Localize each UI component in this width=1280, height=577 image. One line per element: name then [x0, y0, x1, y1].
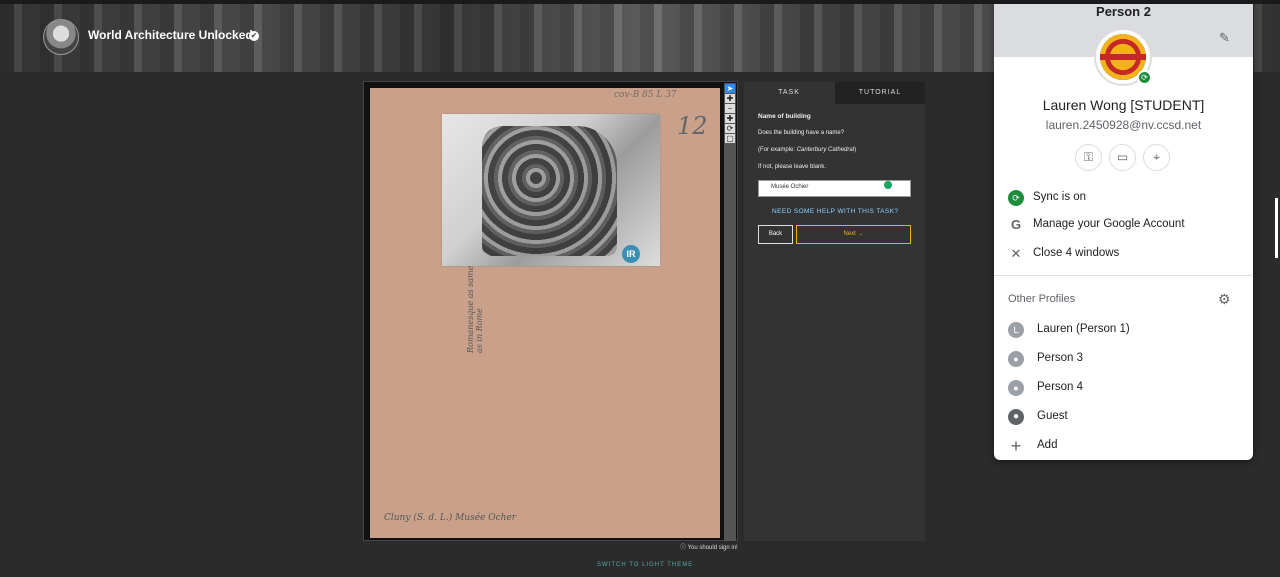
next-button[interactable]: Next →: [796, 225, 911, 244]
subject-viewer[interactable]: cov-B 85 L 37 12 IR Romanesque as same a…: [363, 81, 738, 541]
user-email: lauren.2450928@nv.ccsd.net: [1045, 118, 1202, 132]
avatar-letter-icon: L: [1008, 322, 1024, 338]
theme-switch-link[interactable]: SWITCH TO LIGHT THEME: [597, 562, 693, 568]
task-example: (For example: Canterbury Cathedral): [758, 147, 857, 153]
verified-icon: ✔: [249, 31, 259, 41]
password-key-icon[interactable]: ⚿: [1075, 144, 1102, 171]
help-link[interactable]: NEED SOME HELP WITH THIS TASK?: [772, 208, 898, 215]
add-profile-row[interactable]: + Add: [994, 432, 1253, 460]
profile-item-person-4[interactable]: ● Person 4: [994, 374, 1253, 402]
close-windows-row[interactable]: ✕ Close 4 windows: [994, 240, 1253, 268]
sync-badge-icon: ⟳: [1137, 70, 1152, 85]
profile-popup: Person 2 ✎ ⟳ Lauren Wong [STUDENT] laure…: [994, 0, 1253, 460]
zoom-out-icon[interactable]: −: [725, 104, 735, 113]
profile-item-lauren[interactable]: L Lauren (Person 1): [994, 316, 1253, 344]
payment-card-icon[interactable]: ▭: [1109, 144, 1136, 171]
tab-task[interactable]: TASK: [744, 82, 834, 104]
divider: [994, 275, 1253, 276]
project-title[interactable]: World Architecture Unlocked: [88, 28, 253, 42]
handwriting-bottom: Cluny (S. d. L.) Musée Ocher: [384, 513, 517, 523]
guest-icon: ●: [1008, 409, 1024, 425]
task-question: Does the building have a name?: [758, 130, 845, 136]
edit-icon[interactable]: ✎: [1219, 31, 1233, 45]
sync-row[interactable]: ⟳ Sync is on: [994, 184, 1253, 212]
capital-relief-image: [482, 126, 617, 256]
reset-view-icon[interactable]: ▢: [725, 134, 735, 143]
back-button[interactable]: Back: [758, 225, 793, 244]
task-panel: TASK TUTORIAL Name of building Does the …: [744, 82, 925, 541]
profile-item-person-3[interactable]: ● Person 3: [994, 345, 1253, 373]
close-icon: ✕: [1010, 246, 1022, 261]
task-title: Name of building: [758, 113, 811, 120]
tab-tutorial[interactable]: TUTORIAL: [835, 82, 925, 104]
project-avatar[interactable]: [43, 19, 79, 55]
pointer-tool-icon[interactable]: ➤: [725, 84, 735, 93]
architecture-photo: [442, 114, 660, 266]
grammarly-icon[interactable]: [884, 181, 892, 189]
manage-account-row[interactable]: G Manage your Google Account: [994, 211, 1253, 239]
rotate-icon[interactable]: ⟳: [725, 124, 735, 133]
task-instruction: If not, please leave blank.: [758, 164, 827, 170]
handwriting-top: cov-B 85 L 37: [614, 90, 677, 100]
other-profiles-title: Other Profiles: [1008, 293, 1076, 305]
person-icon: ●: [1008, 380, 1024, 396]
person-icon: ●: [1008, 351, 1024, 367]
plus-icon: +: [1010, 436, 1022, 456]
gear-icon[interactable]: ⚙: [1218, 291, 1231, 308]
sync-icon: ⟳: [1008, 190, 1024, 206]
photo-badge-icon[interactable]: IR: [622, 245, 640, 263]
handwriting-side: Romanesque as same as in Rome: [466, 265, 484, 353]
profile-item-guest[interactable]: ● Guest: [994, 403, 1253, 431]
location-pin-icon[interactable]: ⌖: [1143, 144, 1170, 171]
pan-tool-icon[interactable]: ✚: [725, 94, 735, 103]
logo-band: [1100, 54, 1146, 60]
top-bar: [0, 0, 1280, 4]
archive-card: cov-B 85 L 37 12 IR Romanesque as same a…: [370, 88, 720, 538]
edge-scroll-indicator: [1275, 198, 1278, 258]
profile-name: Person 2: [1096, 4, 1151, 19]
viewer-toolbar: [724, 83, 736, 541]
google-icon: G: [1010, 217, 1022, 232]
signin-note: ⓘ You should sign in!: [680, 545, 738, 551]
zoom-in-icon[interactable]: ✚: [725, 114, 735, 123]
user-name: Lauren Wong [STUDENT]: [1042, 97, 1205, 113]
handwriting-number: 12: [677, 112, 708, 140]
